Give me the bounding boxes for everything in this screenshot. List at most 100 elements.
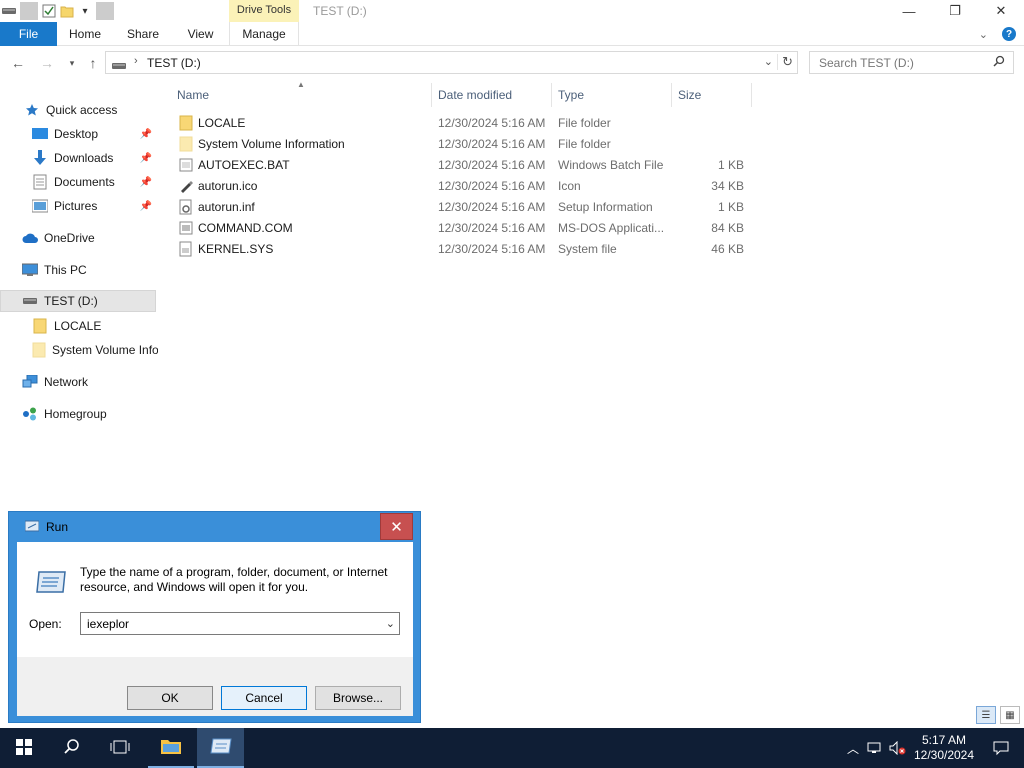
cancel-button[interactable]: Cancel bbox=[221, 686, 307, 710]
pin-icon[interactable]: 📌 bbox=[140, 129, 152, 140]
run-icon bbox=[35, 570, 67, 597]
file-date: 12/30/2024 5:16 AM bbox=[438, 137, 546, 151]
batch-file-icon bbox=[178, 157, 194, 173]
task-view-button[interactable] bbox=[96, 728, 144, 768]
pictures-icon bbox=[32, 198, 48, 214]
address-bar[interactable]: › TEST (D:) ⌄ ↻ bbox=[105, 51, 798, 74]
column-name[interactable]: Name bbox=[171, 83, 432, 107]
search-input[interactable] bbox=[810, 52, 990, 73]
new-folder-icon[interactable] bbox=[58, 2, 76, 20]
up-icon[interactable]: ↑ bbox=[84, 54, 102, 72]
file-row[interactable]: COMMAND.COM 12/30/2024 5:16 AM MS-DOS Ap… bbox=[174, 218, 754, 239]
tab-share[interactable]: Share bbox=[113, 22, 173, 46]
file-row[interactable]: AUTOEXEC.BAT 12/30/2024 5:16 AM Windows … bbox=[174, 155, 754, 176]
drive-tools-label: Drive Tools bbox=[229, 0, 299, 22]
nav-locale-folder[interactable]: LOCALE bbox=[32, 315, 101, 337]
nav-this-pc[interactable]: This PC bbox=[22, 259, 87, 281]
pin-icon[interactable]: 📌 bbox=[140, 153, 152, 164]
chevron-down-icon[interactable]: ⌄ bbox=[386, 617, 395, 630]
search-box[interactable] bbox=[809, 51, 1014, 74]
file-date: 12/30/2024 5:16 AM bbox=[438, 221, 546, 235]
folder-faded-icon bbox=[32, 342, 46, 358]
open-label: Open: bbox=[29, 617, 62, 631]
run-app-icon bbox=[209, 738, 232, 757]
nav-system-volume-folder[interactable]: System Volume Info bbox=[32, 339, 158, 361]
file-date: 12/30/2024 5:16 AM bbox=[438, 179, 546, 193]
ribbon-tabs: File Home Share View Manage ⌄ ? bbox=[0, 22, 1024, 46]
properties-icon[interactable] bbox=[40, 2, 58, 20]
drive-icon bbox=[22, 293, 38, 309]
breadcrumb-chevron-icon[interactable]: › bbox=[134, 55, 138, 67]
drive-icon bbox=[0, 2, 18, 20]
file-row[interactable]: LOCALE 12/30/2024 5:16 AM File folder bbox=[174, 113, 754, 134]
search-icon[interactable] bbox=[993, 55, 1005, 70]
file-size: 84 KB bbox=[711, 221, 744, 235]
file-row[interactable]: autorun.inf 12/30/2024 5:16 AM Setup Inf… bbox=[174, 197, 754, 218]
pin-icon[interactable]: 📌 bbox=[140, 177, 152, 188]
nav-label: Pictures bbox=[54, 199, 98, 213]
file-type: Setup Information bbox=[558, 200, 653, 214]
tab-file[interactable]: File bbox=[0, 22, 57, 46]
column-type[interactable]: Type bbox=[552, 83, 672, 107]
nav-pictures[interactable]: Pictures 📌 bbox=[32, 195, 156, 217]
volume-muted-icon[interactable] bbox=[886, 741, 910, 755]
column-size[interactable]: Size bbox=[672, 83, 752, 107]
run-taskbar-button[interactable] bbox=[197, 728, 244, 768]
nav-homegroup[interactable]: Homegroup bbox=[22, 403, 107, 425]
maximize-button[interactable]: ❐ bbox=[932, 0, 978, 22]
run-close-button[interactable]: ✕ bbox=[380, 513, 413, 540]
customize-qat-icon[interactable]: ▾ bbox=[76, 2, 94, 20]
file-row[interactable]: KERNEL.SYS 12/30/2024 5:16 AM System fil… bbox=[174, 239, 754, 260]
start-button[interactable] bbox=[0, 728, 48, 768]
clock-date: 12/30/2024 bbox=[913, 748, 975, 762]
nav-quick-access[interactable]: Quick access bbox=[24, 99, 117, 121]
open-combobox[interactable]: ⌄ bbox=[80, 612, 400, 635]
column-date-modified[interactable]: Date modified bbox=[432, 83, 552, 107]
large-icons-view-icon[interactable]: ▦ bbox=[1000, 706, 1020, 724]
expand-ribbon-icon[interactable]: ⌄ bbox=[979, 28, 988, 41]
run-description: Type the name of a program, folder, docu… bbox=[80, 565, 388, 594]
show-hidden-icons-icon[interactable]: ︿ bbox=[842, 740, 864, 757]
open-input[interactable] bbox=[81, 613, 377, 634]
back-icon[interactable]: ← bbox=[9, 54, 27, 72]
recent-locations-icon[interactable]: ▾ bbox=[63, 54, 81, 72]
nav-label: Documents bbox=[54, 175, 115, 189]
refresh-icon[interactable]: ↻ bbox=[777, 54, 793, 70]
help-icon[interactable]: ? bbox=[1002, 27, 1016, 41]
run-title-bar: Run ✕ bbox=[9, 512, 420, 542]
network-tray-icon[interactable] bbox=[864, 741, 886, 755]
nav-documents[interactable]: Documents 📌 bbox=[32, 171, 156, 193]
close-button[interactable]: ✕ bbox=[978, 0, 1024, 22]
file-explorer-taskbar-button[interactable] bbox=[148, 728, 194, 768]
file-name: autorun.inf bbox=[198, 200, 255, 214]
file-size: 46 KB bbox=[711, 242, 744, 256]
nav-downloads[interactable]: Downloads 📌 bbox=[32, 147, 156, 169]
pin-icon[interactable]: 📌 bbox=[140, 201, 152, 212]
file-date: 12/30/2024 5:16 AM bbox=[438, 200, 546, 214]
action-center-icon[interactable] bbox=[978, 740, 1024, 756]
nav-onedrive[interactable]: OneDrive bbox=[22, 227, 95, 249]
tab-view[interactable]: View bbox=[173, 22, 228, 46]
nav-label: Downloads bbox=[54, 151, 114, 165]
desktop-icon bbox=[32, 126, 48, 142]
clock[interactable]: 5:17 AM 12/30/2024 bbox=[910, 733, 978, 763]
file-size: 34 KB bbox=[711, 179, 744, 193]
nav-network[interactable]: Network bbox=[22, 371, 88, 393]
forward-icon[interactable]: → bbox=[38, 54, 56, 72]
file-row[interactable]: System Volume Information 12/30/2024 5:1… bbox=[174, 134, 754, 155]
file-row[interactable]: autorun.ico 12/30/2024 5:16 AM Icon 34 K… bbox=[174, 176, 754, 197]
minimize-button[interactable]: — bbox=[886, 0, 932, 22]
nav-drive-test[interactable]: TEST (D:) bbox=[0, 290, 156, 312]
address-dropdown-icon[interactable]: ⌄ bbox=[764, 55, 773, 68]
browse-button[interactable]: Browse... bbox=[315, 686, 401, 710]
breadcrumb[interactable]: TEST (D:) bbox=[147, 56, 201, 70]
search-taskbar-button[interactable] bbox=[48, 728, 96, 768]
nav-desktop[interactable]: Desktop 📌 bbox=[32, 123, 156, 145]
file-name: LOCALE bbox=[198, 116, 246, 130]
details-view-icon[interactable]: ☰ bbox=[976, 706, 996, 724]
tab-manage[interactable]: Manage bbox=[229, 22, 299, 46]
title-bar: ▾ Drive Tools TEST (D:) — ❐ ✕ bbox=[0, 0, 1024, 22]
tab-home[interactable]: Home bbox=[57, 22, 113, 46]
ok-button[interactable]: OK bbox=[127, 686, 213, 710]
file-type: MS-DOS Applicati... bbox=[558, 221, 665, 235]
